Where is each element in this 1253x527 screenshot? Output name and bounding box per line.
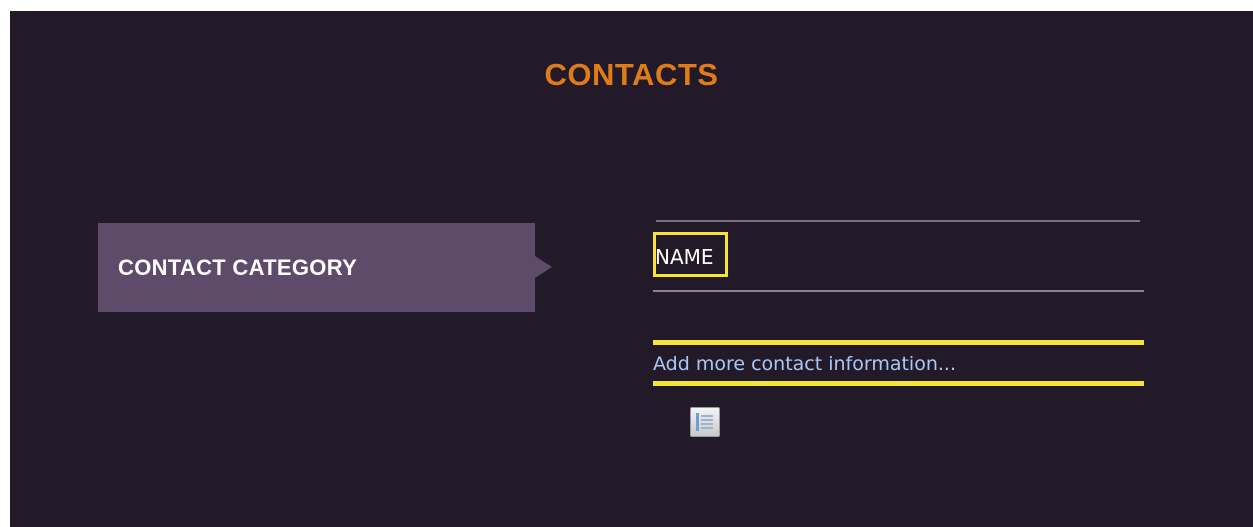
contacts-panel: CONTACTS CONTACT CATEGORY NAME Add more … — [10, 11, 1253, 527]
highlight-line-bottom — [653, 381, 1144, 386]
page-title: CONTACTS — [544, 57, 719, 92]
category-label: CONTACT CATEGORY — [118, 255, 358, 280]
divider-top — [656, 220, 1140, 222]
list-icon[interactable] — [690, 407, 720, 437]
name-label[interactable]: NAME — [655, 245, 714, 269]
contact-category-button[interactable]: CONTACT CATEGORY — [98, 223, 552, 312]
highlight-line-top — [653, 340, 1144, 345]
list-icon-glyph — [696, 413, 713, 431]
arrow-right-icon — [535, 256, 552, 278]
add-more-contact-link[interactable]: Add more contact information... — [653, 353, 956, 375]
divider-bottom — [653, 290, 1144, 292]
